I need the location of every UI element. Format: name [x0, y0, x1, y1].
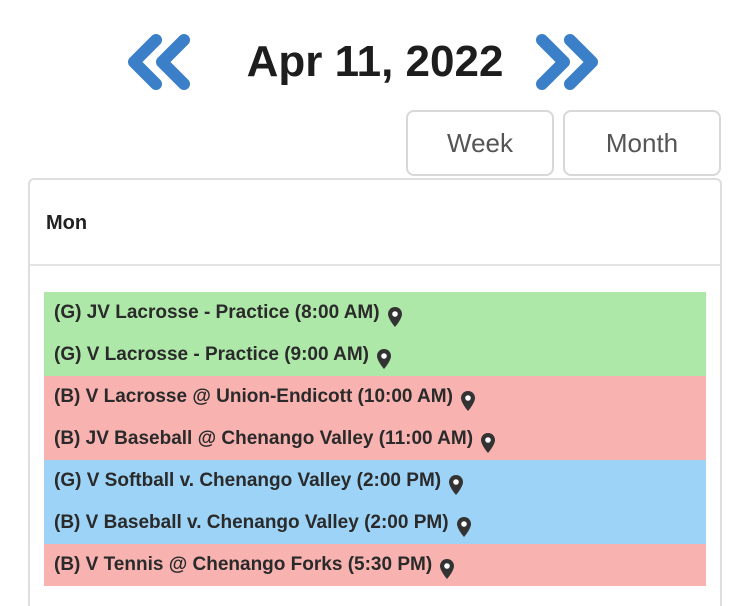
map-pin-icon[interactable]	[387, 301, 402, 327]
event-item[interactable]: (B) V Lacrosse @ Union-Endicott (10:00 A…	[44, 376, 706, 418]
map-pin-icon[interactable]	[377, 343, 392, 369]
map-pin-icon[interactable]	[440, 553, 455, 579]
map-pin-icon[interactable]	[481, 427, 496, 453]
event-item[interactable]: (B) JV Baseball @ Chenango Valley (11:00…	[44, 418, 706, 460]
event-title: (B) V Baseball v. Chenango Valley (2:00 …	[54, 512, 449, 533]
event-title: (G) JV Lacrosse - Practice (8:00 AM)	[54, 302, 380, 323]
date-navigation: Apr 11, 2022	[0, 22, 750, 102]
event-list: (G) JV Lacrosse - Practice (8:00 AM) (G)…	[44, 292, 706, 586]
calendar-page: Apr 11, 2022 Week Month Mon (G) JV Lacro…	[0, 0, 750, 606]
day-panel: Mon (G) JV Lacrosse - Practice (8:00 AM)…	[28, 178, 722, 606]
current-date-title: Apr 11, 2022	[246, 37, 504, 86]
event-item[interactable]: (G) JV Lacrosse - Practice (8:00 AM)	[44, 292, 706, 334]
event-title: (B) JV Baseball @ Chenango Valley (11:00…	[54, 428, 474, 449]
event-item[interactable]: (B) V Tennis @ Chenango Forks (5:30 PM)	[44, 544, 706, 586]
double-chevron-right-icon[interactable]	[530, 32, 606, 92]
week-view-button[interactable]: Week	[406, 110, 554, 176]
event-item[interactable]: (G) V Lacrosse - Practice (9:00 AM)	[44, 334, 706, 376]
double-chevron-left-icon[interactable]	[120, 32, 196, 92]
map-pin-icon[interactable]	[456, 511, 471, 537]
day-label: Mon	[30, 180, 720, 266]
event-title: (B) V Tennis @ Chenango Forks (5:30 PM)	[54, 554, 433, 575]
event-title: (G) V Lacrosse - Practice (9:00 AM)	[54, 344, 370, 365]
month-view-button[interactable]: Month	[563, 110, 721, 176]
map-pin-icon[interactable]	[449, 469, 464, 495]
event-item[interactable]: (B) V Baseball v. Chenango Valley (2:00 …	[44, 502, 706, 544]
map-pin-icon[interactable]	[460, 385, 475, 411]
event-title: (B) V Lacrosse @ Union-Endicott (10:00 A…	[54, 386, 453, 407]
event-title: (G) V Softball v. Chenango Valley (2:00 …	[54, 470, 442, 491]
event-item[interactable]: (G) V Softball v. Chenango Valley (2:00 …	[44, 460, 706, 502]
